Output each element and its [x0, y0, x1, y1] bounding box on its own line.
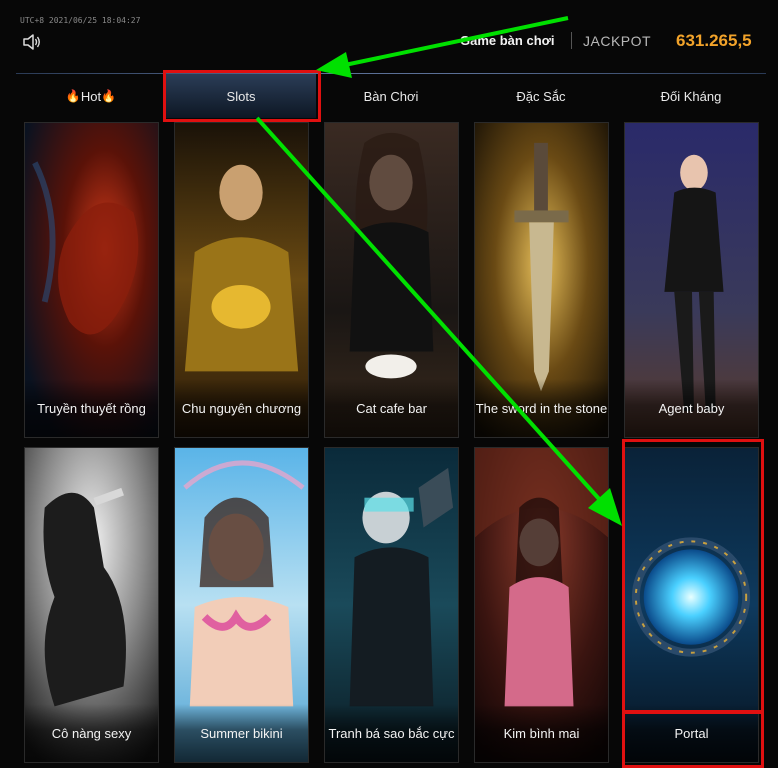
game-card-agent-baby[interactable]: Agent baby — [624, 122, 759, 438]
tab-slots[interactable]: Slots — [166, 74, 316, 118]
flame-icon: 🔥 — [101, 89, 117, 103]
tab-label: Hot — [80, 88, 102, 104]
tab-label: Đặc Sắc — [516, 88, 566, 104]
game-title: Cat cafe bar — [325, 379, 458, 437]
game-title: Agent baby — [625, 379, 758, 437]
game-card-truyen-thuyet-rong[interactable]: Truyền thuyết rồng — [24, 122, 159, 438]
tab-ban-choi[interactable]: Bàn Chơi — [316, 74, 466, 118]
game-card-co-nang-sexy[interactable]: Cô nàng sexy — [24, 447, 159, 763]
flame-icon: 🔥 — [65, 89, 81, 103]
game-card-summer-bikini[interactable]: Summer bikini — [174, 447, 309, 763]
game-card-cat-cafe-bar[interactable]: Cat cafe bar — [324, 122, 459, 438]
game-title: Kim bình mai — [475, 704, 608, 762]
game-title: Cô nàng sexy — [25, 704, 158, 762]
game-title: Tranh bá sao bắc cực — [325, 704, 458, 762]
tab-label: Bàn Chơi — [363, 88, 419, 104]
tab-label: Đối Kháng — [660, 88, 722, 104]
game-card-sword-in-the-stone[interactable]: The sword in the stone — [474, 122, 609, 438]
jackpot-value: 631.265,5 — [676, 31, 752, 50]
game-title: The sword in the stone — [475, 379, 608, 437]
jackpot-label: JACKPOT — [583, 33, 652, 49]
game-card-tranh-ba-sao-bac-cuc[interactable]: Tranh bá sao bắc cực — [324, 447, 459, 763]
header-divider — [571, 32, 572, 49]
tab-doi-khang[interactable]: Đối Kháng — [616, 74, 766, 118]
timestamp: UTC+8 2021/06/25 18:04:27 — [20, 16, 141, 25]
speaker-icon[interactable] — [22, 33, 42, 51]
game-title: Portal — [625, 704, 758, 762]
game-title: Summer bikini — [175, 704, 308, 762]
game-card-portal[interactable]: Portal — [624, 447, 759, 763]
tab-hot[interactable]: 🔥 Hot 🔥 — [16, 74, 166, 118]
header-title[interactable]: Game bàn chơi — [460, 33, 555, 48]
game-title: Chu nguyên chương — [175, 379, 308, 437]
category-tabs: 🔥 Hot 🔥 Slots Bàn Chơi Đặc Sắc Đối Kháng — [16, 74, 766, 118]
game-card-kim-binh-mai[interactable]: Kim bình mai — [474, 447, 609, 763]
game-card-chu-nguyen-chuong[interactable]: Chu nguyên chương — [174, 122, 309, 438]
tab-label: Slots — [226, 88, 256, 104]
tab-dac-sac[interactable]: Đặc Sắc — [466, 74, 616, 118]
game-title: Truyền thuyết rồng — [25, 379, 158, 437]
